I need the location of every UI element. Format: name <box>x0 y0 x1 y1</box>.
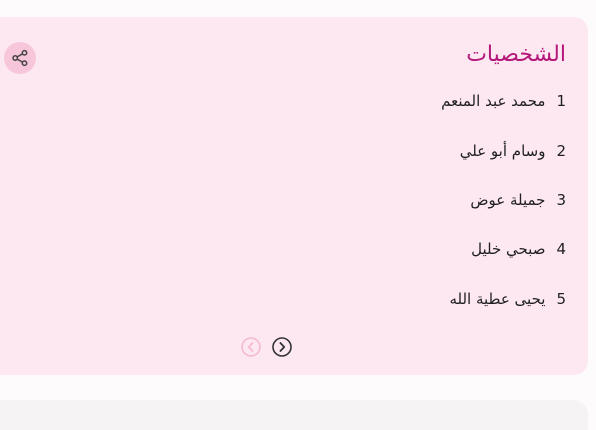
item-number: 5 <box>556 290 566 308</box>
character-name[interactable]: وسام أبو علي <box>460 142 546 160</box>
list-item[interactable]: 1 محمد عبد المنعم <box>441 92 566 110</box>
next-button[interactable] <box>271 336 293 358</box>
character-name[interactable]: جميلة عوض <box>470 191 545 209</box>
previous-button[interactable] <box>240 336 262 358</box>
item-number: 1 <box>556 92 566 110</box>
item-number: 3 <box>556 191 566 209</box>
list-item[interactable]: 3 جميلة عوض <box>470 191 566 209</box>
chevron-left-icon <box>241 337 261 357</box>
character-name[interactable]: محمد عبد المنعم <box>441 92 545 110</box>
share-button[interactable] <box>4 42 36 74</box>
list-item[interactable]: 5 يحيى عطية الله <box>449 290 566 308</box>
character-name[interactable]: صبحي خليل <box>471 240 545 258</box>
characters-card: الشخصيات 1 محمد عبد المنعم 2 وسام أبو عل… <box>0 17 588 375</box>
list-item[interactable]: 2 وسام أبو علي <box>460 142 566 160</box>
carousel-pager <box>240 336 294 358</box>
chevron-right-icon <box>272 337 292 357</box>
character-name[interactable]: يحيى عطية الله <box>449 290 545 308</box>
item-number: 4 <box>556 240 566 258</box>
next-card <box>0 400 588 430</box>
share-icon <box>12 49 28 67</box>
item-number: 2 <box>556 142 566 160</box>
card-title: الشخصيات <box>466 42 566 67</box>
list-item[interactable]: 4 صبحي خليل <box>471 240 566 258</box>
